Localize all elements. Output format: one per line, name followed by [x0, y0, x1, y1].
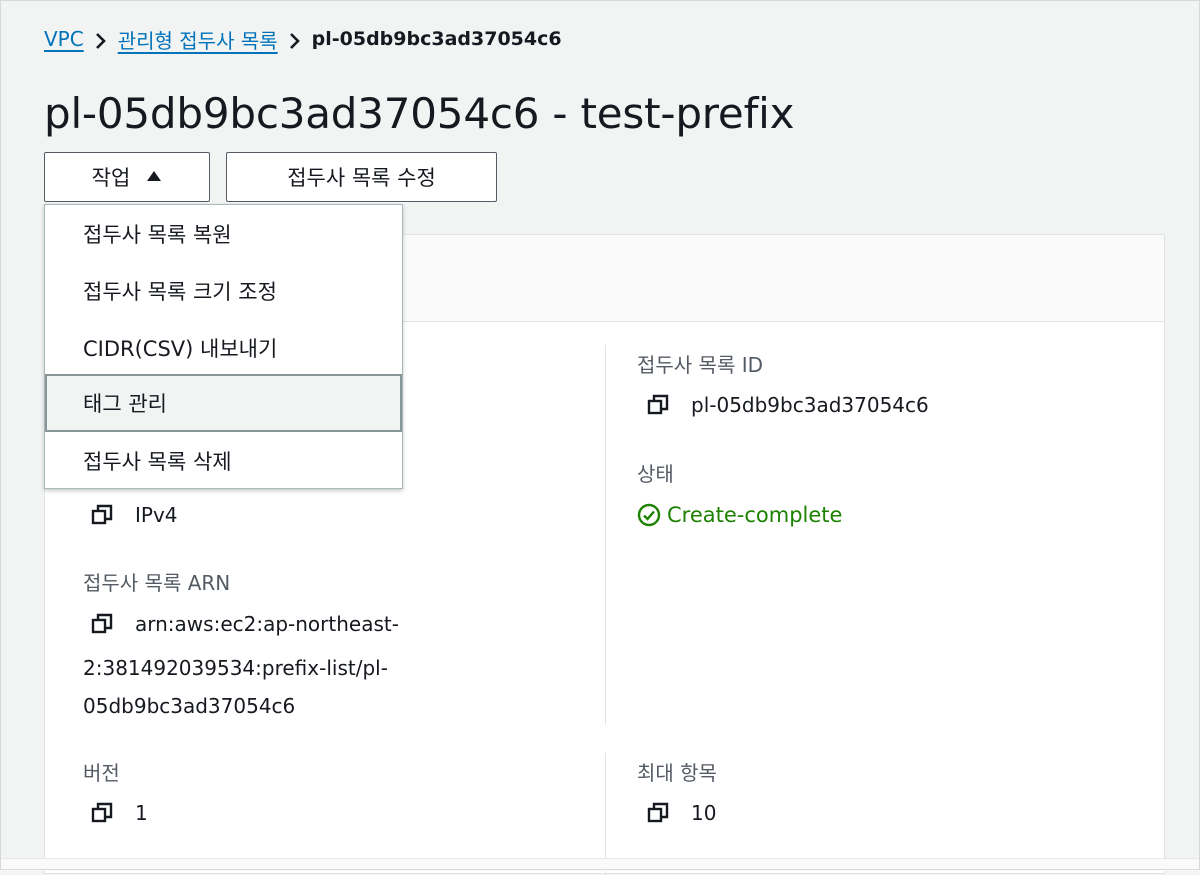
- prefix-list-arn-line1: arn:aws:ec2:ap-northeast-: [91, 610, 399, 638]
- chevron-right-icon: [84, 27, 118, 51]
- copy-icon[interactable]: [647, 802, 669, 824]
- prefix-list-arn-text-2: 2:381492039534:prefix-list/pl-: [83, 656, 388, 680]
- address-family-text: IPv4: [135, 503, 178, 527]
- column-divider: [605, 345, 606, 725]
- breadcrumb-link-managed-prefix-lists[interactable]: 관리형 접두사 목록: [118, 25, 278, 54]
- state-text: Create-complete: [667, 503, 843, 527]
- prefix-list-id-value: pl-05db9bc3ad37054c6: [647, 391, 929, 419]
- state-value: Create-complete: [637, 501, 842, 529]
- max-entries-label: 최대 항목: [637, 761, 717, 785]
- version-value: 1: [91, 799, 148, 827]
- menu-item-delete-prefix-list[interactable]: 접두사 목록 삭제: [45, 432, 402, 489]
- page-title: pl-05db9bc3ad37054c6 - test-prefix: [44, 89, 795, 138]
- actions-button-label: 작업: [91, 166, 131, 190]
- state-label: 상태: [637, 462, 674, 486]
- caret-up-icon: [146, 168, 162, 186]
- menu-item-restore-prefix-list[interactable]: 접두사 목록 복원: [45, 205, 402, 262]
- address-family-value: IPv4: [91, 501, 178, 529]
- copy-icon[interactable]: [91, 504, 113, 526]
- max-entries-value: 10: [647, 799, 716, 827]
- menu-item-resize-prefix-list[interactable]: 접두사 목록 크기 조정: [45, 262, 402, 319]
- actions-button[interactable]: 작업: [44, 152, 210, 202]
- prefix-list-id-text: pl-05db9bc3ad37054c6: [691, 393, 929, 417]
- version-text: 1: [135, 801, 148, 825]
- check-circle-icon: [637, 503, 661, 527]
- copy-icon[interactable]: [647, 394, 669, 416]
- copy-icon[interactable]: [91, 802, 113, 824]
- bottom-strip: [0, 858, 1200, 871]
- actions-dropdown-menu: 접두사 목록 복원 접두사 목록 크기 조정 CIDR(CSV) 내보내기 태그…: [44, 204, 403, 489]
- version-label: 버전: [83, 761, 120, 785]
- breadcrumb: VPC 관리형 접두사 목록 pl-05db9bc3ad37054c6: [44, 24, 562, 54]
- prefix-list-arn-text-3: 05db9bc3ad37054c6: [83, 694, 296, 718]
- breadcrumb-current: pl-05db9bc3ad37054c6: [311, 28, 562, 50]
- menu-item-export-cidrs-csv[interactable]: CIDR(CSV) 내보내기: [45, 319, 402, 376]
- prefix-list-arn-text-1: arn:aws:ec2:ap-northeast-: [135, 612, 399, 636]
- prefix-list-arn-label: 접두사 목록 ARN: [83, 571, 231, 595]
- menu-item-manage-tags[interactable]: 태그 관리: [45, 374, 402, 432]
- chevron-right-icon: [278, 27, 312, 51]
- copy-icon[interactable]: [91, 613, 113, 635]
- edit-prefix-list-button[interactable]: 접두사 목록 수정: [226, 152, 497, 202]
- max-entries-text: 10: [691, 801, 717, 825]
- prefix-list-id-label: 접두사 목록 ID: [637, 353, 764, 377]
- breadcrumb-link-vpc[interactable]: VPC: [44, 27, 84, 51]
- column-divider: [605, 753, 606, 875]
